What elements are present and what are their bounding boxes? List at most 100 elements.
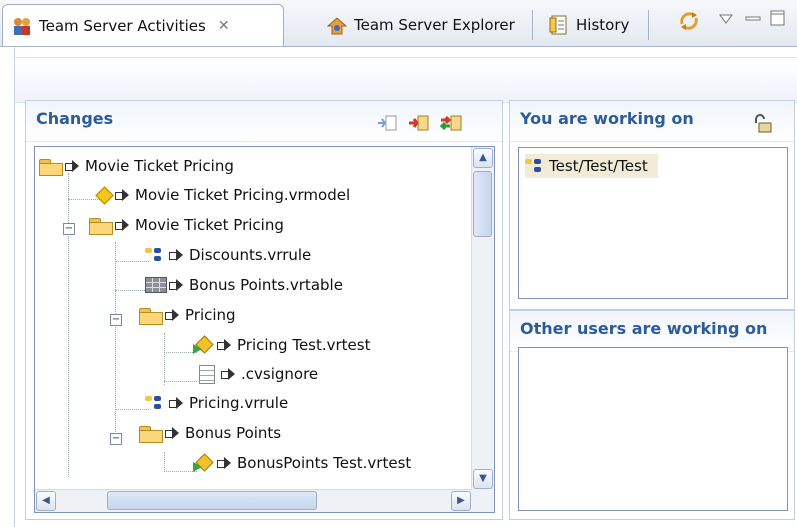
- other-users-section: Other users are working on: [509, 310, 795, 520]
- outgoing-arrow-icon: [165, 309, 179, 321]
- working-on-header: You are working on: [510, 101, 794, 142]
- tree-line: [164, 333, 165, 385]
- tree-line: [68, 227, 69, 477]
- rule-icon: [145, 247, 167, 263]
- view-toolbar-strip: [15, 57, 797, 103]
- working-on-section: You are working on Test/Test/Test: [509, 100, 795, 310]
- folder-icon: [39, 157, 63, 176]
- outgoing-arrow-icon: [115, 219, 129, 231]
- tree-item[interactable]: .cvsignore: [199, 362, 318, 386]
- unlock-icon[interactable]: [752, 113, 774, 139]
- tree-item[interactable]: Movie Ticket Pricing: [89, 213, 284, 237]
- tree-line: [164, 381, 197, 382]
- document-icon: [199, 364, 215, 384]
- tree-item-label: Pricing: [185, 306, 236, 324]
- horizontal-scrollbar[interactable]: ◀ ▶: [35, 489, 472, 512]
- tree-line: [115, 290, 149, 291]
- sync-icon[interactable]: [676, 8, 702, 38]
- tree-item-label: Pricing Test.vrtest: [237, 336, 371, 354]
- outgoing-arrow-icon: [217, 457, 231, 469]
- history-icon: [548, 14, 570, 36]
- folder-icon: [89, 216, 113, 235]
- tab-team-server-explorer[interactable]: Team Server Explorer: [318, 4, 530, 46]
- collapse-toggle[interactable]: −: [110, 433, 122, 445]
- tab-label: Team Server Activities: [39, 16, 206, 35]
- maximize-icon[interactable]: [770, 10, 786, 30]
- tree-item[interactable]: Pricing Test.vrtest: [193, 333, 370, 357]
- minimize-icon[interactable]: [745, 12, 761, 28]
- outgoing-arrow-icon: [169, 249, 183, 261]
- changes-header: Changes: [26, 101, 502, 142]
- tree-line: [68, 173, 69, 227]
- test-icon: [193, 454, 215, 472]
- scroll-right-button[interactable]: ▶: [451, 491, 471, 511]
- collapse-toggle[interactable]: −: [110, 314, 122, 326]
- tree-item[interactable]: Movie Ticket Pricing: [39, 154, 234, 178]
- tree-item[interactable]: Discounts.vrrule: [145, 243, 311, 267]
- scroll-up-button[interactable]: ▲: [473, 148, 493, 168]
- model-icon: [95, 186, 113, 204]
- tab-label: History: [576, 16, 630, 34]
- tree-item-label: Discounts.vrrule: [189, 246, 312, 264]
- tree-line: [115, 261, 149, 262]
- changes-tree: − − − Movie Ticket Pricing Movie Ticket …: [34, 146, 495, 513]
- scroll-down-button[interactable]: ▼: [473, 469, 493, 489]
- outgoing-arrow-icon: [115, 189, 129, 201]
- view-menu-icon[interactable]: [719, 12, 733, 28]
- outgoing-icon[interactable]: [408, 113, 432, 137]
- view-tab-bar: Team Server Activities ✕ Team Server Exp…: [0, 0, 797, 47]
- folder-icon: [139, 306, 163, 325]
- list-item[interactable]: Test/Test/Test: [525, 154, 658, 178]
- section-title: Changes: [36, 109, 114, 128]
- scroll-left-button[interactable]: ◀: [36, 491, 56, 511]
- tree-item-label: .cvsignore: [241, 365, 319, 383]
- section-title: You are working on: [520, 109, 694, 128]
- team-explorer-icon: [326, 14, 348, 36]
- tab-separator: [648, 10, 649, 40]
- rule-icon: [145, 395, 167, 411]
- close-icon[interactable]: ✕: [218, 18, 230, 34]
- test-icon: [193, 336, 215, 354]
- team-activities-icon: [11, 15, 33, 37]
- outgoing-arrow-icon: [169, 279, 183, 291]
- section-title: Other users are working on: [520, 319, 768, 338]
- outgoing-arrow-icon: [165, 427, 179, 439]
- tree-item[interactable]: BonusPoints Test.vrtest: [193, 451, 411, 475]
- vertical-scroll-thumb[interactable]: [473, 171, 492, 237]
- folder-icon: [139, 424, 163, 443]
- tree-item[interactable]: Pricing: [139, 303, 236, 327]
- other-users-header: Other users are working on: [510, 311, 794, 352]
- tree-item[interactable]: Movie Ticket Pricing.vrmodel: [95, 183, 350, 207]
- horizontal-scroll-thumb[interactable]: [107, 491, 317, 510]
- view-content: Changes − − − Movie Ticket Pricing Movie…: [14, 47, 797, 527]
- tree-item[interactable]: Pricing.vrrule: [145, 391, 288, 415]
- tree-item-label: Bonus Points: [185, 424, 282, 442]
- rule-icon: [525, 158, 547, 174]
- tree-line: [115, 409, 149, 410]
- tab-separator: [532, 10, 533, 40]
- vertical-scrollbar[interactable]: ▲ ▼: [471, 147, 494, 490]
- outgoing-arrow-icon: [169, 397, 183, 409]
- tree-line: [115, 242, 116, 442]
- list-item-label: Test/Test/Test: [549, 157, 648, 175]
- tree-line: [164, 452, 165, 472]
- tab-label: Team Server Explorer: [354, 16, 515, 34]
- tree-item-label: Movie Ticket Pricing: [135, 216, 284, 234]
- tab-team-server-activities[interactable]: Team Server Activities ✕: [2, 4, 284, 46]
- outgoing-arrow-icon: [221, 368, 235, 380]
- working-on-list: Test/Test/Test: [518, 147, 788, 299]
- tree-item-label: Movie Ticket Pricing: [85, 157, 234, 175]
- incoming-icon[interactable]: [376, 113, 400, 137]
- changes-section: Changes − − − Movie Ticket Pricing Movie…: [25, 100, 503, 520]
- scrollbar-corner: [472, 490, 494, 512]
- other-users-list: [518, 347, 788, 511]
- tab-history[interactable]: History: [540, 4, 644, 46]
- collapse-toggle[interactable]: −: [63, 223, 75, 235]
- tree-item-label: Bonus Points.vrtable: [189, 276, 343, 294]
- outgoing-arrow-icon: [217, 339, 231, 351]
- tree-item[interactable]: Bonus Points.vrtable: [145, 273, 343, 297]
- table-icon: [145, 277, 167, 293]
- tree-item[interactable]: Bonus Points: [139, 421, 281, 445]
- conflict-icon[interactable]: [439, 113, 466, 137]
- tree-item-label: BonusPoints Test.vrtest: [237, 454, 412, 472]
